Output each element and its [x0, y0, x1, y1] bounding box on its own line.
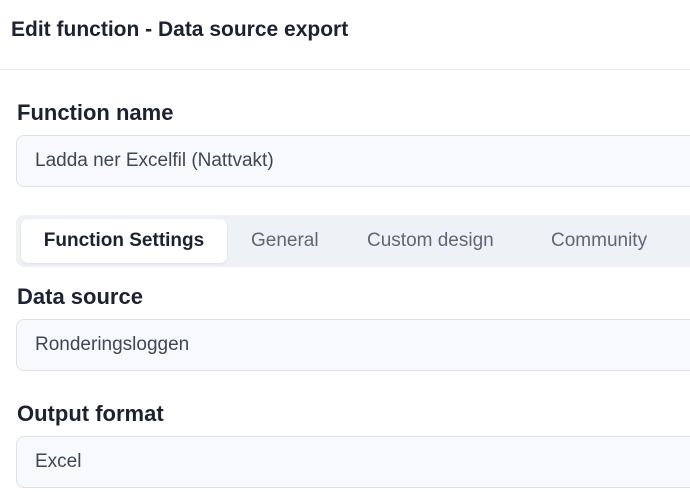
tab-community[interactable]: Community	[551, 219, 647, 263]
data-source-label: Data source	[17, 284, 143, 309]
output-format-label: Output format	[17, 401, 164, 426]
function-name-label: Function name	[17, 100, 174, 125]
page-header: Edit function - Data source export	[0, 0, 690, 70]
data-source-select[interactable]: Ronderingsloggen	[16, 319, 690, 371]
tab-function-settings[interactable]: Function Settings	[21, 219, 227, 263]
tab-custom-design[interactable]: Custom design	[367, 219, 494, 263]
output-format-select[interactable]: Excel	[16, 436, 690, 488]
settings-tabs: Function Settings General Custom design …	[16, 215, 690, 267]
page-title: Edit function - Data source export	[11, 18, 349, 41]
function-name-value: Ladda ner Excelfil (Nattvakt)	[35, 150, 274, 171]
function-name-input[interactable]: Ladda ner Excelfil (Nattvakt)	[16, 135, 690, 187]
data-source-value: Ronderingsloggen	[35, 334, 190, 355]
output-format-value: Excel	[35, 451, 82, 472]
tab-general[interactable]: General	[251, 219, 319, 263]
edit-function-page: Edit function - Data source export Funct…	[0, 0, 690, 492]
